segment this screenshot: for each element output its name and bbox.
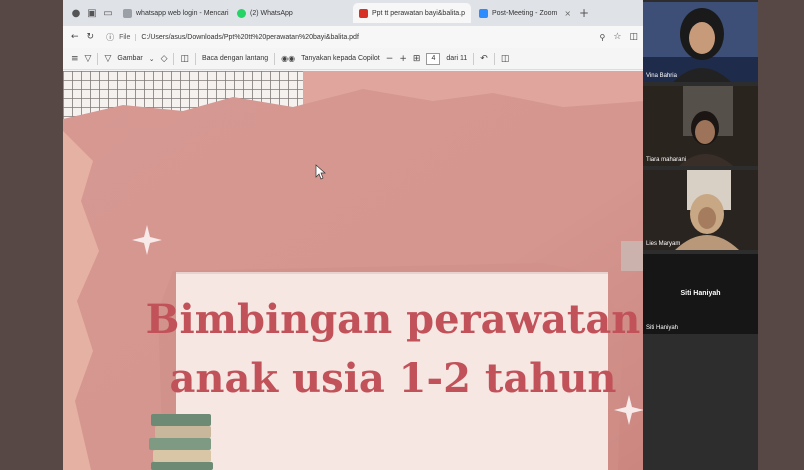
- address-bar[interactable]: ⓘ File C:/Users/asus/Downloads/Ppt%20tt%…: [102, 29, 591, 45]
- pdf-toolbar: ≡ ▽ ▽ Gambar ⌄ ◇ ◫ Baca dengan lantang ◉…: [63, 48, 644, 70]
- two-page-icon[interactable]: ◫: [501, 54, 510, 64]
- toolbar-divider: [173, 52, 175, 65]
- pdf-viewer[interactable]: Bimbingan perawatan anak usia 1-2 tahun: [63, 71, 644, 470]
- contents-icon[interactable]: ≡: [71, 54, 79, 64]
- participant-tile[interactable]: Lies Maryam: [643, 170, 758, 250]
- tab-whatsapp-search[interactable]: whatsapp web login - Mencari ×: [117, 3, 229, 23]
- toolbar-divider: [473, 52, 475, 65]
- tab-actions-icon[interactable]: ▭: [101, 6, 115, 20]
- filter-icon[interactable]: ▽: [85, 54, 92, 64]
- toolbar-divider: [195, 52, 196, 65]
- erase-icon[interactable]: ◇: [161, 54, 168, 64]
- participant-tile[interactable]: Siti Haniyah Siti Haniyah: [643, 254, 758, 334]
- participant-tile[interactable]: Tiara maharani: [643, 86, 758, 166]
- participant-video: [643, 2, 758, 82]
- address-url: C:/Users/asus/Downloads/Ppt%20tt%20peraw…: [141, 33, 359, 41]
- zoom-lens-icon[interactable]: ⚲: [600, 33, 606, 42]
- corner-decoration: [621, 241, 644, 271]
- profile-icon[interactable]: ●: [69, 6, 83, 20]
- participant-name: Lies Maryam: [646, 241, 681, 247]
- draw-icon[interactable]: ▽: [104, 54, 111, 64]
- zoom-out-icon[interactable]: −: [386, 54, 394, 64]
- favorite-star-icon[interactable]: ☆: [613, 32, 621, 42]
- workspaces-icon[interactable]: ▣: [85, 6, 99, 20]
- tab-pdf[interactable]: Ppt tt perawatan bayi&balita.p ×: [353, 3, 471, 23]
- tab-bar: ● ▣ ▭ whatsapp web login - Mencari × (2)…: [63, 0, 644, 26]
- new-tab-icon[interactable]: +: [579, 6, 589, 20]
- rotate-icon[interactable]: ↶: [480, 54, 488, 64]
- draw-label[interactable]: Gambar: [117, 55, 142, 62]
- tab-zoom[interactable]: Post-Meeting - Zoom ×: [473, 3, 573, 23]
- participant-name: Tiara maharani: [646, 157, 687, 163]
- chevron-down-icon[interactable]: ⌄: [149, 55, 155, 63]
- toolbar-divider: [493, 52, 495, 65]
- address-scheme-label: File: [119, 33, 137, 41]
- fit-page-icon[interactable]: ⊞: [413, 54, 421, 64]
- page-number-input[interactable]: 4: [426, 52, 441, 65]
- toolbar-divider: [274, 52, 276, 65]
- screen-frame: ● ▣ ▭ whatsapp web login - Mencari × (2)…: [0, 0, 804, 470]
- browser-window: ● ▣ ▭ whatsapp web login - Mencari × (2)…: [63, 0, 644, 470]
- participant-name: Vina Bahria: [646, 73, 677, 79]
- participant-tile[interactable]: Vina Bahria: [643, 2, 758, 82]
- slide-title-line2: anak usia 1-2 tahun: [169, 355, 616, 402]
- refresh-icon[interactable]: ↻: [87, 32, 95, 42]
- read-aloud-button[interactable]: Baca dengan lantang: [202, 55, 268, 62]
- slide-title-line1: Bimbingan perawatan: [146, 296, 641, 343]
- tab-label: (2) WhatsApp: [250, 9, 293, 17]
- toolbar-divider: [97, 52, 99, 65]
- page-view-icon[interactable]: ◫: [180, 54, 189, 64]
- zoom-favicon-icon: [479, 8, 488, 18]
- zoom-in-icon[interactable]: +: [399, 54, 407, 64]
- close-tab-icon[interactable]: ×: [564, 9, 571, 18]
- split-screen-icon[interactable]: ◫: [629, 32, 638, 42]
- info-icon: ⓘ: [106, 32, 115, 42]
- back-icon[interactable]: ←: [71, 32, 79, 42]
- page-total-label: dari 11: [446, 55, 468, 62]
- book-stack-decoration: [149, 414, 213, 470]
- whatsapp-favicon-icon: [237, 8, 246, 18]
- tab-label: Ppt tt perawatan bayi&balita.p: [372, 9, 466, 17]
- participant-center-name: Siti Haniyah: [680, 290, 721, 297]
- search-favicon-icon: [123, 8, 132, 18]
- ask-copilot-button[interactable]: Tanyakan kepada Copilot: [301, 55, 380, 62]
- participant-video: [643, 86, 758, 166]
- participant-video: [643, 170, 758, 250]
- participant-name: Siti Haniyah: [646, 325, 679, 331]
- zoom-participant-panel: Vina Bahria Tiara maharani Lies Maryam S…: [643, 0, 758, 470]
- slide-canvas: Bimbingan perawatan anak usia 1-2 tahun: [63, 71, 644, 470]
- address-bar-row: ← ↻ ⓘ File C:/Users/asus/Downloads/Ppt%2…: [63, 26, 644, 48]
- tab-whatsapp[interactable]: (2) WhatsApp: [231, 3, 351, 23]
- copilot-icon[interactable]: ◉◉: [281, 54, 295, 63]
- tab-label: Post-Meeting - Zoom: [492, 9, 558, 17]
- pdf-favicon-icon: [359, 8, 368, 18]
- tab-label: whatsapp web login - Mencari: [136, 9, 229, 17]
